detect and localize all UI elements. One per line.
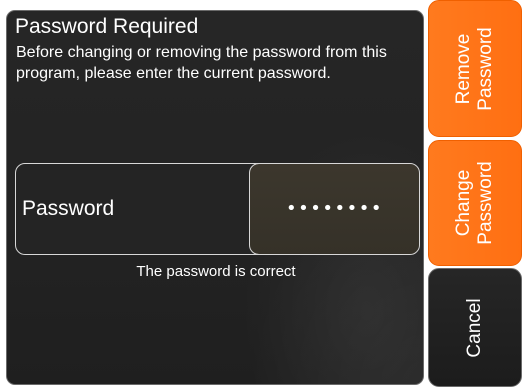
change-password-label-line2: Password xyxy=(475,161,496,245)
password-mask: •••••••• xyxy=(286,198,383,219)
remove-password-button[interactable]: Remove Password xyxy=(428,0,522,137)
remove-password-label-line1: Remove xyxy=(453,33,474,104)
cancel-label: Cancel xyxy=(464,297,485,358)
password-row: Password •••••••• xyxy=(15,163,420,255)
dialog-description: Before changing or removing the password… xyxy=(16,44,387,82)
password-field[interactable]: •••••••• xyxy=(249,164,419,254)
change-password-label: Change Password xyxy=(453,161,497,244)
password-dialog-panel: Password Required Before changing or rem… xyxy=(6,10,424,385)
remove-password-label: Remove Password xyxy=(453,27,497,110)
cancel-button[interactable]: Cancel xyxy=(428,268,522,387)
dialog-title: Password Required xyxy=(15,15,199,38)
remove-password-label-line2: Password xyxy=(475,26,496,111)
change-password-label-line1: Change xyxy=(453,169,474,237)
password-label: Password xyxy=(22,197,115,220)
change-password-button[interactable]: Change Password xyxy=(428,140,522,266)
status-message: The password is correct xyxy=(136,263,296,280)
password-required-screen: Password Required Before changing or rem… xyxy=(0,0,522,387)
